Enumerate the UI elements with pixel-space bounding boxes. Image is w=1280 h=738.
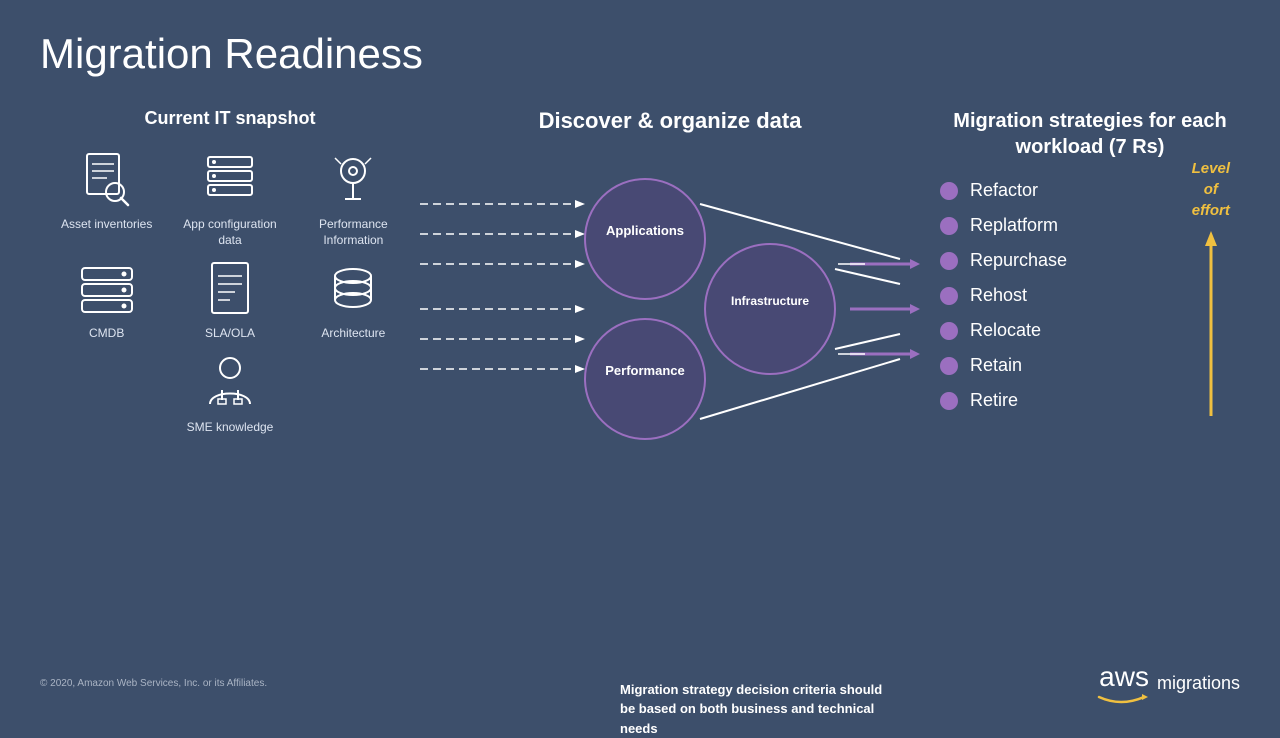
dot-replatform — [940, 217, 958, 235]
icon-cmdb: CMDB — [50, 258, 163, 342]
label-cmdb: CMDB — [89, 326, 124, 342]
dot-refactor — [940, 182, 958, 200]
dot-retire — [940, 392, 958, 410]
dot-repurchase — [940, 252, 958, 270]
label-sme-knowledge: SME knowledge — [187, 420, 274, 436]
icon-architecture: Architecture — [297, 258, 410, 342]
effort-label: Levelofeffort — [1192, 158, 1230, 221]
svg-text:Applications: Applications — [606, 223, 684, 238]
strategies-title: Migration strategies for each workload (… — [940, 108, 1240, 160]
label-sla-ola: SLA/OLA — [205, 326, 255, 342]
label-asset-inventories: Asset inventories — [61, 217, 152, 233]
svg-text:Infrastructure: Infrastructure — [731, 294, 809, 308]
effort-arrow-icon — [1201, 226, 1221, 426]
middle-section-title: Discover & organize data — [539, 108, 802, 134]
icon-asset-inventories: Asset inventories — [50, 149, 163, 248]
dot-relocate — [940, 322, 958, 340]
footer: © 2020, Amazon Web Services, Inc. or its… — [40, 661, 1240, 705]
icons-grid: Asset inventories App configuration data — [40, 149, 420, 435]
label-architecture: Architecture — [321, 326, 385, 342]
label-retire: Retire — [970, 390, 1018, 411]
label-retain: Retain — [970, 355, 1022, 376]
label-app-config: App configuration data — [173, 217, 286, 248]
dot-retain — [940, 357, 958, 375]
label-performance-info: Performance Information — [297, 217, 410, 248]
aws-logo-text: aws — [1099, 661, 1149, 693]
icon-sme-knowledge: SME knowledge — [173, 352, 286, 436]
label-relocate: Relocate — [970, 320, 1041, 341]
middle-section: Discover & organize data — [420, 108, 920, 688]
icon-app-config: App configuration data — [173, 149, 286, 248]
icon-performance-info: Performance Information — [297, 149, 410, 248]
label-repurchase: Repurchase — [970, 250, 1067, 271]
aws-smile-icon — [1094, 693, 1149, 705]
aws-logo: aws migrations — [1094, 661, 1240, 705]
label-rehost: Rehost — [970, 285, 1027, 306]
migrations-logo-text: migrations — [1157, 673, 1240, 694]
diagram-area: Applications Performance Infrastructure — [420, 149, 920, 688]
svg-text:Performance: Performance — [605, 363, 684, 378]
label-refactor: Refactor — [970, 180, 1038, 201]
copyright-text: © 2020, Amazon Web Services, Inc. or its… — [40, 678, 267, 689]
slide: Migration Readiness Current IT snapshot … — [0, 0, 1280, 720]
icon-sla-ola: SLA/OLA — [173, 258, 286, 342]
page-title: Migration Readiness — [40, 30, 1240, 78]
dot-rehost — [940, 287, 958, 305]
effort-indicator: Levelofeffort — [1192, 158, 1230, 426]
left-section-title: Current IT snapshot — [40, 108, 420, 129]
label-replatform: Replatform — [970, 215, 1058, 236]
content-area: Current IT snapshot Asset inventories — [40, 108, 1240, 688]
left-section: Current IT snapshot Asset inventories — [40, 108, 420, 688]
